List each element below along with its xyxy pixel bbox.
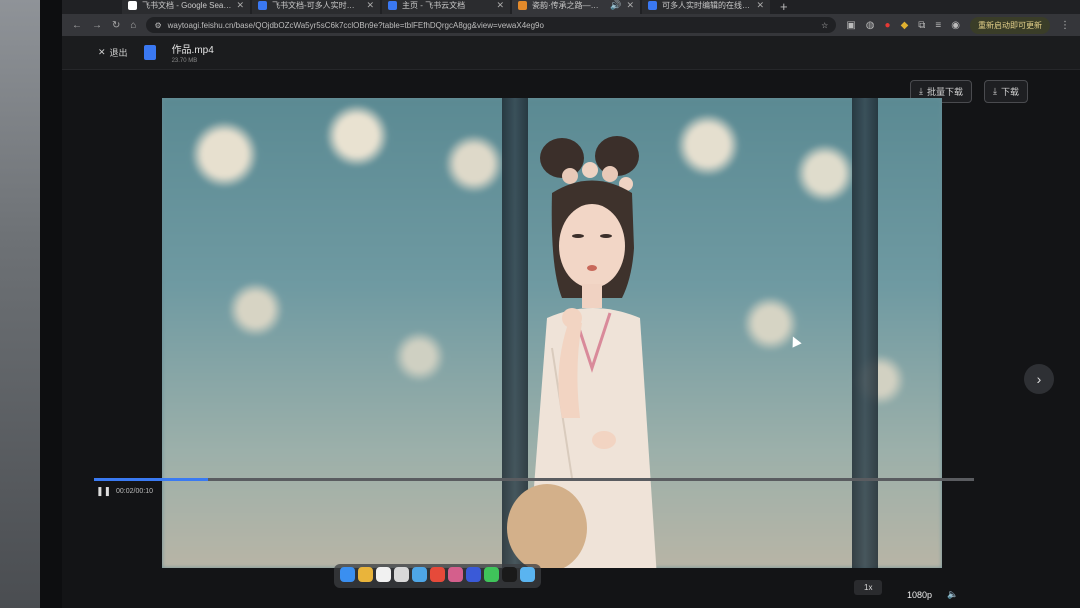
tab-title: 飞书文档 - Google Search bbox=[142, 0, 232, 10]
avatar[interactable]: ◉ bbox=[951, 20, 960, 31]
browser-tab-5[interactable]: 可多人实时编辑的在线文档软件 ✕ bbox=[642, 0, 770, 14]
app-icon[interactable] bbox=[430, 567, 445, 582]
new-tab-button[interactable]: + bbox=[772, 0, 796, 14]
tab-strip: 飞书文档 - Google Search ✕ 飞书文档-可多人实时编辑的在线 ✕… bbox=[62, 0, 1080, 14]
address-bar[interactable]: ⚙ waytoagi.feishu.cn/base/QOjdbOZcWa5yr5… bbox=[146, 17, 837, 33]
progress-bar[interactable] bbox=[94, 478, 974, 481]
close-icon[interactable]: ✕ bbox=[496, 0, 504, 11]
tab-title: 飞书文档-可多人实时编辑的在线 bbox=[272, 0, 361, 10]
feishu-icon bbox=[648, 0, 657, 10]
reload-icon[interactable]: ↻ bbox=[112, 20, 120, 31]
exit-button[interactable]: ✕ 退出 bbox=[98, 46, 128, 59]
tab-title: 可多人实时编辑的在线文档软件 bbox=[662, 0, 751, 10]
app-icon[interactable] bbox=[484, 567, 499, 582]
site-info-icon[interactable]: ⚙ bbox=[154, 21, 161, 30]
chevron-right-icon: › bbox=[1036, 371, 1042, 387]
batch-download-label: 批量下载 bbox=[926, 87, 963, 97]
download-label: 下载 bbox=[1000, 87, 1019, 97]
notes-icon[interactable] bbox=[394, 567, 409, 582]
puzzle-icon[interactable]: ⧉ bbox=[918, 20, 925, 31]
google-icon bbox=[128, 0, 137, 10]
base-icon bbox=[518, 0, 527, 10]
volume-icon[interactable]: 🔈 bbox=[947, 589, 958, 600]
more-vert-icon[interactable]: ⋮ bbox=[1060, 20, 1070, 31]
feishu-icon bbox=[388, 0, 397, 10]
next-arrow-button[interactable]: › bbox=[1024, 364, 1054, 394]
appletv-icon[interactable] bbox=[502, 567, 517, 582]
quality-button[interactable]: 1080p bbox=[907, 590, 932, 600]
tab-title: 瓷韵·传承之路—视频制作说 bbox=[532, 0, 605, 10]
app-icon[interactable] bbox=[412, 567, 427, 582]
browser-tab-4[interactable]: 瓷韵·传承之路—视频制作说 🔊 ✕ bbox=[512, 0, 640, 14]
file-size: 23.70 MB bbox=[171, 58, 198, 64]
app-icon[interactable] bbox=[448, 567, 463, 582]
video-file-icon bbox=[143, 45, 156, 60]
app-icon[interactable] bbox=[520, 567, 535, 582]
download-icon: ⤓ bbox=[993, 86, 997, 96]
app-icon[interactable] bbox=[466, 567, 481, 582]
chrome-icon[interactable] bbox=[358, 567, 373, 582]
extension-icon[interactable]: ◍ bbox=[866, 20, 875, 31]
extension-icon[interactable]: ▣ bbox=[846, 20, 855, 31]
tab-title: 主页 - 飞书云文档 bbox=[402, 0, 466, 10]
download-button[interactable]: ⤓ 下载 bbox=[984, 80, 1028, 103]
update-button[interactable]: 重新启动即可更新 bbox=[970, 16, 1050, 34]
playback-speed-button[interactable]: 1x bbox=[854, 580, 883, 595]
browser-tab-3[interactable]: 主页 - 飞书云文档 ✕ bbox=[382, 0, 510, 14]
close-icon[interactable]: ✕ bbox=[756, 0, 764, 11]
calendar-icon[interactable] bbox=[376, 567, 391, 582]
url-text: waytoagi.feishu.cn/base/QOjdbOZcWa5yr5sC… bbox=[167, 20, 544, 30]
video-viewer: ⤓ 批量下载 ⤓ 下载 › ❚❚ 00:02/00:10 1x 1080p 🔈 bbox=[62, 70, 1080, 608]
porcelain-figurine bbox=[507, 136, 657, 568]
feishu-icon bbox=[258, 0, 267, 10]
browser-tab-1[interactable]: 飞书文档 - Google Search ✕ bbox=[122, 0, 250, 14]
extension-icon[interactable]: ◆ bbox=[901, 20, 909, 31]
forward-arrow-icon[interactable]: → bbox=[92, 20, 102, 31]
exit-label: 退出 bbox=[109, 48, 128, 58]
pause-icon[interactable]: ❚❚ bbox=[96, 486, 111, 497]
browser-toolbar: ← → ↻ ⌂ ⚙ waytoagi.feishu.cn/base/QOjdbO… bbox=[62, 14, 1080, 36]
file-preview-header: ✕ 退出 作品.mp4 23.70 MB bbox=[62, 36, 1080, 70]
bookmark-star-icon[interactable]: ☆ bbox=[821, 21, 828, 30]
download-icon: ⤓ bbox=[919, 86, 923, 96]
close-icon[interactable]: ✕ bbox=[626, 0, 634, 11]
macos-dock bbox=[334, 564, 541, 588]
browser-tab-2[interactable]: 飞书文档-可多人实时编辑的在线 ✕ bbox=[252, 0, 380, 14]
close-icon[interactable]: ✕ bbox=[236, 0, 244, 11]
progress-fill bbox=[94, 478, 209, 481]
browser-screen: 飞书文档 - Google Search ✕ 飞书文档-可多人实时编辑的在线 ✕… bbox=[62, 0, 1080, 608]
finder-icon[interactable] bbox=[340, 567, 355, 582]
file-name: 作品.mp4 bbox=[171, 45, 214, 56]
media-icon[interactable]: ≡ bbox=[935, 20, 941, 31]
record-icon[interactable]: ● bbox=[885, 20, 891, 31]
close-icon: ✕ bbox=[98, 47, 106, 57]
speaker-icon[interactable]: 🔊 bbox=[610, 0, 621, 11]
home-icon[interactable]: ⌂ bbox=[130, 20, 136, 31]
time-display: 00:02/00:10 bbox=[116, 488, 153, 495]
player-controls: ❚❚ 00:02/00:10 bbox=[88, 478, 988, 500]
back-arrow-icon[interactable]: ← bbox=[72, 20, 82, 31]
close-icon[interactable]: ✕ bbox=[366, 0, 374, 11]
